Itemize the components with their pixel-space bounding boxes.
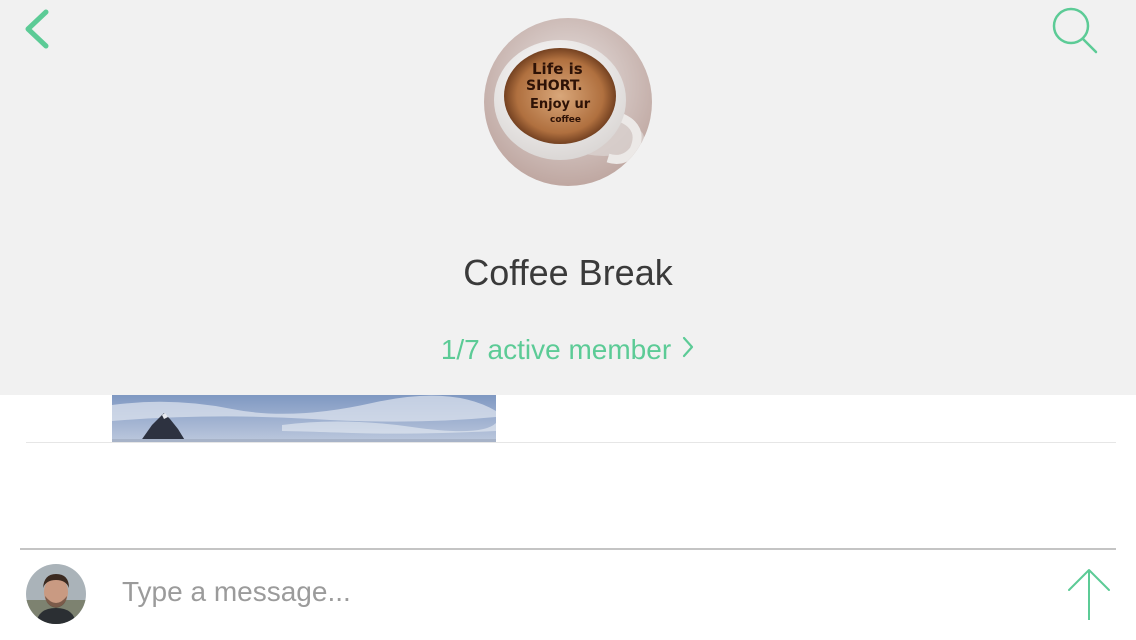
svg-text:Life is: Life is <box>532 60 583 78</box>
group-title: Coffee Break <box>463 252 673 293</box>
search-button[interactable] <box>1046 4 1102 56</box>
active-members-label: 1/7 active member <box>440 334 672 365</box>
group-header: Life is SHORT. Enjoy ur coffee Coffee Br… <box>0 0 1136 395</box>
send-button[interactable] <box>1064 566 1114 624</box>
chevron-right-icon <box>681 330 695 370</box>
message-divider <box>26 442 1116 443</box>
coffee-cup-image: Life is SHORT. Enjoy ur coffee <box>484 18 652 186</box>
back-button[interactable] <box>16 4 60 54</box>
message-input[interactable] <box>110 568 1034 616</box>
active-members-link[interactable]: 1/7 active member <box>0 330 1136 370</box>
search-icon <box>1052 7 1098 54</box>
message-photo[interactable] <box>112 395 496 442</box>
message-list[interactable] <box>0 395 1136 548</box>
arrow-up-icon <box>1068 569 1110 620</box>
svg-text:SHORT.: SHORT. <box>526 78 583 94</box>
user-avatar[interactable] <box>26 564 86 624</box>
chevron-left-icon <box>25 9 49 49</box>
user-photo <box>26 564 86 624</box>
mountain-photo <box>112 395 496 442</box>
chat-screen: Life is SHORT. Enjoy ur coffee Coffee Br… <box>0 0 1136 640</box>
group-avatar[interactable]: Life is SHORT. Enjoy ur coffee <box>484 18 652 186</box>
message-composer <box>0 550 1136 640</box>
svg-text:Enjoy ur: Enjoy ur <box>530 97 591 112</box>
svg-text:coffee: coffee <box>550 115 581 125</box>
